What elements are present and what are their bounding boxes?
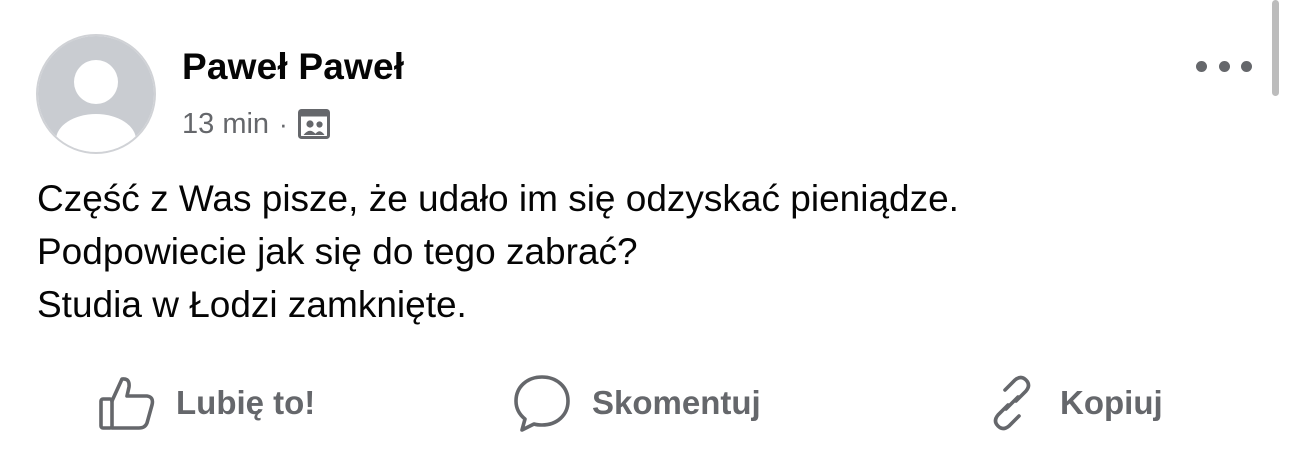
copy-label: Kopiuj bbox=[1060, 384, 1163, 421]
post-card: Paweł Paweł 13 min · Część z Was pisze, … bbox=[0, 0, 1290, 453]
post-text-line: Studia w Łodzi zamknięte. bbox=[37, 284, 467, 325]
comment-button[interactable]: Skomentuj bbox=[512, 368, 761, 438]
post-text: Część z Was pisze, że udało im się odzys… bbox=[37, 172, 1237, 331]
thumbs-up-icon bbox=[99, 377, 155, 430]
meta-separator: · bbox=[279, 108, 288, 139]
copy-link-button[interactable]: Kopiuj bbox=[984, 368, 1163, 438]
action-bar: Lubię to! Skomentuj Kopiuj bbox=[0, 368, 1270, 438]
comment-label: Skomentuj bbox=[592, 384, 761, 421]
more-horizontal-icon bbox=[1196, 60, 1207, 72]
comment-bubble-icon bbox=[514, 375, 570, 432]
more-options-button[interactable] bbox=[1196, 48, 1252, 84]
post-text-line: Część z Was pisze, że udało im się odzys… bbox=[37, 178, 959, 219]
like-button[interactable]: Lubię to! bbox=[98, 368, 315, 438]
link-icon bbox=[993, 375, 1031, 431]
author-name[interactable]: Paweł Paweł bbox=[182, 46, 404, 88]
scrollbar[interactable] bbox=[1272, 0, 1279, 96]
group-audience-icon[interactable] bbox=[297, 109, 330, 139]
like-label: Lubię to! bbox=[176, 384, 316, 421]
post-time[interactable]: 13 min bbox=[182, 108, 269, 141]
avatar[interactable] bbox=[36, 34, 156, 154]
post-text-line: Podpowiecie jak się do tego zabrać? bbox=[37, 231, 638, 272]
post-meta: 13 min · bbox=[182, 104, 330, 144]
default-avatar-icon bbox=[38, 36, 154, 152]
